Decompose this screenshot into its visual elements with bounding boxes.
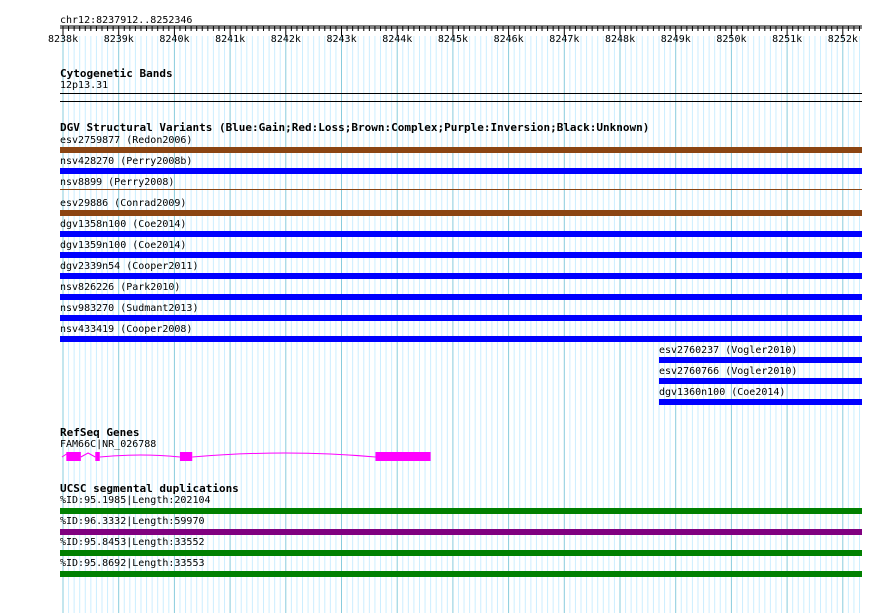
segdup-feature-label: %ID:95.1985|Length:202104 — [60, 495, 211, 506]
ruler-tick-label: 8252k — [827, 34, 858, 45]
dgv-feature-bar[interactable] — [60, 336, 862, 342]
dgv-feature-label: nsv8899 (Perry2008) — [60, 177, 175, 188]
gene-exon — [179, 452, 193, 461]
gene-intron-line — [61, 452, 376, 458]
ruler-tick-label: 8238k — [48, 34, 79, 45]
dgv-feature-label: esv2759877 (Redon2006) — [60, 135, 193, 146]
gene-exon — [66, 452, 81, 461]
ruler-tick-label: 8239k — [103, 34, 134, 45]
ruler-tick-label: 8248k — [605, 34, 636, 45]
dgv-feature-label: dgv1359n100 (Coe2014) — [60, 240, 187, 251]
segdup-feature-label: %ID:95.8692|Length:33553 — [60, 558, 205, 569]
dgv-feature-bar[interactable] — [658, 357, 862, 363]
ruler-tick-label: 8243k — [326, 34, 357, 45]
ruler-tick-label: 8246k — [493, 34, 524, 45]
dgv-feature-bar[interactable] — [60, 252, 862, 258]
ruler-tick-label: 8247k — [549, 34, 580, 45]
dgv-feature-bar[interactable] — [60, 273, 862, 279]
ruler-tick-label: 8241k — [215, 34, 246, 45]
cyto-band-line-bottom — [60, 101, 862, 102]
cyto-track-title: Cytogenetic Bands — [60, 67, 173, 80]
dgv-feature-label: nsv428270 (Perry2008b) — [60, 156, 193, 167]
genome-browser-view[interactable]: chr12:8237912..8252346 8238k 8239k 8240k 82… — [0, 0, 890, 613]
refseq-gene-model[interactable] — [0, 447, 890, 467]
segdup-feature-label: %ID:96.3332|Length:59970 — [60, 516, 205, 527]
dgv-feature-bar[interactable] — [60, 189, 862, 190]
dgv-feature-bar[interactable] — [60, 168, 862, 174]
dgv-feature-bar[interactable] — [60, 315, 862, 321]
ruler-tick-label: 8240k — [159, 34, 190, 45]
dgv-track-title: DGV Structural Variants (Blue:Gain;Red:L… — [60, 121, 650, 134]
dgv-feature-bar[interactable] — [658, 399, 862, 405]
dgv-feature-bar[interactable] — [60, 294, 862, 300]
dgv-feature-bar[interactable] — [60, 210, 862, 216]
segdup-feature-bar[interactable] — [60, 550, 862, 556]
position-label: chr12:8237912..8252346 — [60, 15, 193, 26]
dgv-feature-label: esv2760766 (Vogler2010) — [658, 366, 798, 377]
dgv-feature-label: dgv1360n100 (Coe2014) — [658, 387, 786, 398]
ruler-tick-label: 8249k — [660, 34, 691, 45]
dgv-feature-label: esv2760237 (Vogler2010) — [658, 345, 798, 356]
segdup-feature-bar[interactable] — [60, 529, 862, 535]
segdup-track-title: UCSC segmental duplications — [60, 482, 239, 495]
segdup-feature-label: %ID:95.8453|Length:33552 — [60, 537, 205, 548]
ruler-tick-label: 8251k — [772, 34, 803, 45]
ruler-tick-label: 8242k — [270, 34, 301, 45]
cyto-band-line-top[interactable] — [60, 93, 862, 94]
gene-exon — [95, 452, 100, 461]
dgv-feature-label: dgv1358n100 (Coe2014) — [60, 219, 187, 230]
refseq-track-title: RefSeq Genes — [60, 426, 140, 439]
dgv-feature-bar[interactable] — [60, 231, 862, 237]
dgv-feature-label: nsv433419 (Cooper2008) — [60, 324, 193, 335]
ruler-tick-label: 8244k — [382, 34, 413, 45]
dgv-feature-label: nsv826226 (Park2010) — [60, 282, 181, 293]
gene-exon — [375, 452, 431, 461]
dgv-feature-label: dgv2339n54 (Cooper2011) — [60, 261, 199, 272]
dgv-feature-label: esv29886 (Conrad2009) — [60, 198, 187, 209]
ruler-tick-label: 8245k — [437, 34, 468, 45]
dgv-feature-bar[interactable] — [658, 378, 862, 384]
segdup-feature-bar[interactable] — [60, 508, 862, 514]
dgv-feature-label: nsv983270 (Sudmant2013) — [60, 303, 199, 314]
segdup-feature-bar[interactable] — [60, 571, 862, 577]
cyto-band-label: 12p13.31 — [60, 80, 109, 91]
ruler-tick-label: 8250k — [716, 34, 747, 45]
dgv-feature-bar[interactable] — [60, 147, 862, 153]
